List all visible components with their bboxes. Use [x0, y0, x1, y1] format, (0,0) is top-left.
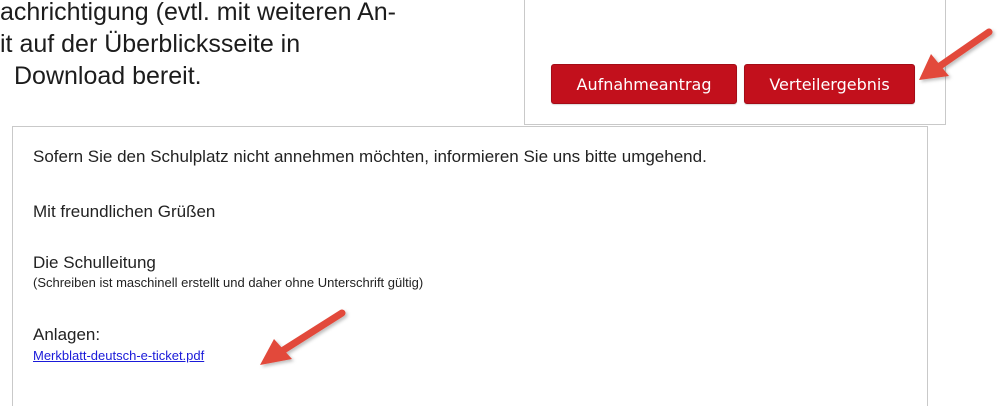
- document-line-1: achrichtigung (evtl. mit weiteren An-: [0, 0, 397, 26]
- attachments-label: Anlagen:: [33, 325, 101, 344]
- arrow-pointer-icon: [260, 309, 346, 365]
- attachment-link[interactable]: Merkblatt-deutsch-e-ticket.pdf: [33, 348, 204, 363]
- document-line-3: Download bereit.: [14, 62, 202, 90]
- signature-note-text: (Schreiben ist maschinell erstellt und d…: [33, 275, 424, 290]
- email-screenshot-panel: Sofern Sie den Schulplatz nicht annehmen…: [12, 126, 928, 406]
- arrow-pointer-icon: [919, 28, 993, 80]
- greeting-text: Mit freundlichen Grüßen: [33, 202, 216, 221]
- button-screenshot-panel: Aufnahmeantrag Verteilergebnis: [524, 0, 946, 125]
- verteilergebnis-button[interactable]: Verteilergebnis: [744, 64, 915, 104]
- page: achrichtigung (evtl. mit weiteren An- it…: [0, 0, 1007, 406]
- signature-text: Die Schulleitung: [33, 253, 156, 272]
- aufnahmeantrag-button[interactable]: Aufnahmeantrag: [551, 64, 737, 104]
- document-excerpt: achrichtigung (evtl. mit weiteren An- it…: [0, 0, 520, 92]
- document-line-2: it auf der Überblicksseite in: [0, 30, 301, 58]
- decline-notice-text: Sofern Sie den Schulplatz nicht annehmen…: [33, 147, 707, 166]
